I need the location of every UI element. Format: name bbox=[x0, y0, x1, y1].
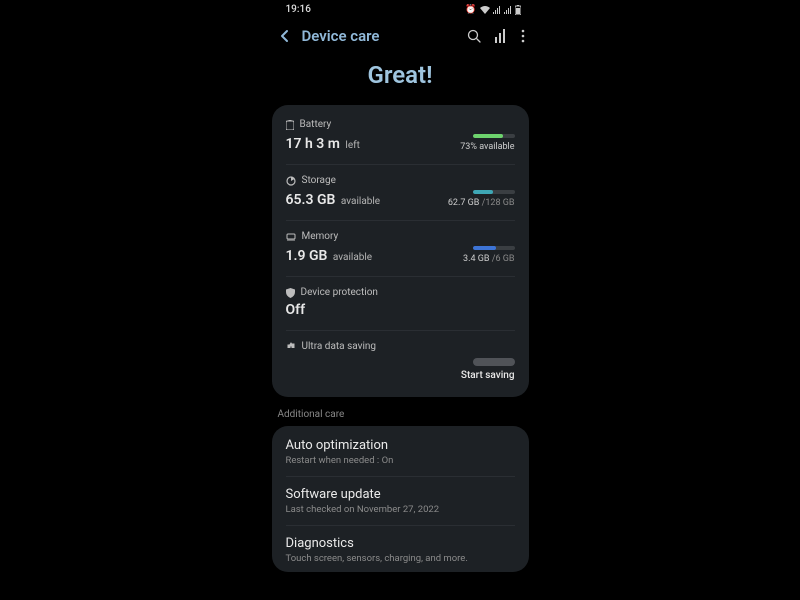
storage-item[interactable]: Storage 65.3 GB available 62.7 GB /128 G… bbox=[286, 165, 515, 221]
storage-used: 62.7 GB bbox=[448, 198, 480, 208]
battery-right: 73% available bbox=[460, 142, 514, 152]
battery-label: Battery bbox=[300, 119, 332, 130]
status-time: 19:16 bbox=[286, 4, 311, 15]
uds-item[interactable]: Ultra data saving Start saving bbox=[286, 331, 515, 393]
status-bar: 19:16 ⏰ bbox=[272, 0, 529, 17]
additional-panel: Auto optimization Restart when needed : … bbox=[272, 426, 529, 572]
list-sub: Last checked on November 27, 2022 bbox=[286, 504, 515, 515]
chart-icon[interactable] bbox=[495, 29, 507, 43]
storage-label: Storage bbox=[302, 175, 336, 186]
shield-icon bbox=[286, 288, 295, 298]
signal-icon bbox=[504, 6, 512, 14]
list-title: Auto optimization bbox=[286, 438, 515, 453]
section-label: Additional care bbox=[272, 407, 529, 426]
uds-pill bbox=[473, 358, 515, 366]
back-button[interactable] bbox=[276, 27, 294, 45]
memory-suffix: available bbox=[333, 252, 372, 263]
battery-icon bbox=[286, 120, 294, 130]
battery-bar bbox=[473, 134, 515, 138]
list-sub: Restart when needed : On bbox=[286, 455, 515, 466]
list-sub: Touch screen, sensors, charging, and mor… bbox=[286, 553, 515, 564]
protection-item[interactable]: Device protection Off bbox=[286, 277, 515, 331]
uds-action[interactable]: Start saving bbox=[461, 370, 515, 381]
memory-item[interactable]: Memory 1.9 GB available 3.4 GB /6 GB bbox=[286, 221, 515, 277]
app-bar: Device care bbox=[272, 17, 529, 53]
search-icon[interactable] bbox=[467, 29, 481, 43]
battery-item[interactable]: Battery 17 h 3 m left 73% available bbox=[286, 109, 515, 165]
battery-suffix: left bbox=[345, 140, 359, 151]
battery-value: 17 h 3 m bbox=[286, 136, 340, 152]
status-icons: ⏰ bbox=[465, 5, 520, 15]
battery-icon bbox=[515, 5, 521, 15]
uds-label: Ultra data saving bbox=[302, 341, 377, 352]
list-title: Software update bbox=[286, 487, 515, 502]
data-saving-icon bbox=[286, 342, 296, 351]
protection-value: Off bbox=[286, 302, 306, 318]
storage-suffix: available bbox=[341, 196, 380, 207]
main-panel: Battery 17 h 3 m left 73% available Stor… bbox=[272, 105, 529, 397]
signal-icon bbox=[493, 6, 501, 14]
storage-icon bbox=[286, 176, 296, 186]
more-icon[interactable] bbox=[521, 29, 525, 43]
page-title: Device care bbox=[302, 27, 459, 45]
wifi-icon bbox=[480, 6, 490, 14]
memory-label: Memory bbox=[302, 231, 339, 242]
hero: Great! bbox=[272, 53, 529, 105]
protection-label: Device protection bbox=[301, 287, 378, 298]
storage-bar bbox=[473, 190, 515, 194]
alarm-icon: ⏰ bbox=[465, 5, 476, 15]
memory-icon bbox=[286, 233, 296, 241]
diagnostics-item[interactable]: Diagnostics Touch screen, sensors, charg… bbox=[286, 526, 515, 570]
memory-used: 3.4 GB bbox=[463, 254, 489, 264]
storage-total: /128 GB bbox=[482, 198, 515, 208]
phone-frame: 19:16 ⏰ Device care bbox=[268, 0, 533, 600]
auto-optimization-item[interactable]: Auto optimization Restart when needed : … bbox=[286, 428, 515, 477]
software-update-item[interactable]: Software update Last checked on November… bbox=[286, 477, 515, 526]
status-headline: Great! bbox=[272, 61, 529, 89]
storage-value: 65.3 GB bbox=[286, 192, 336, 208]
memory-bar bbox=[473, 246, 515, 250]
list-title: Diagnostics bbox=[286, 536, 515, 551]
memory-total: /6 GB bbox=[492, 254, 515, 264]
memory-value: 1.9 GB bbox=[286, 248, 328, 264]
